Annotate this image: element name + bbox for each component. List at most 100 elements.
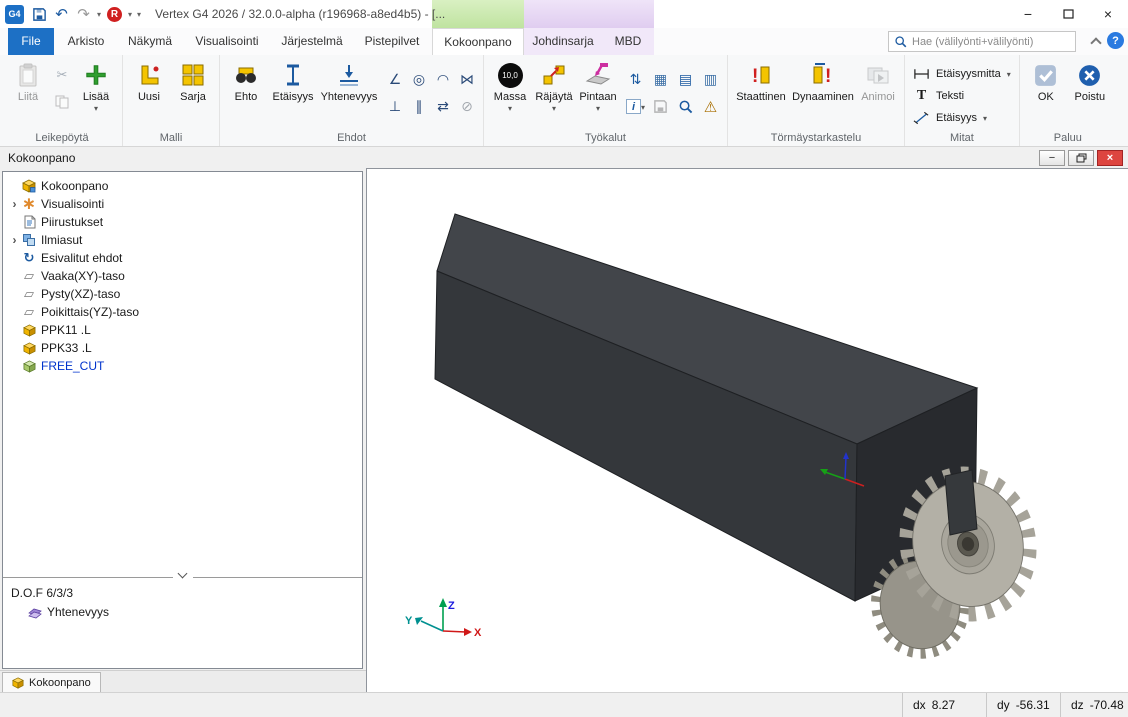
tree-item-vaaka-xy-taso[interactable]: ▱ Vaaka(XY)-taso — [3, 267, 362, 285]
table-button[interactable]: ▦ — [648, 66, 673, 93]
statusbar-dx: dx 8.27 — [902, 693, 986, 717]
constraint-row-yhtenevyys[interactable]: Yhtenevyys — [3, 603, 362, 621]
tree-item-pysty-xz-taso[interactable]: ▱ Pysty(XZ)-taso — [3, 285, 362, 303]
ribbon-group-tyokalut: 10,0 Massa ▾ Räjäytä ▾ Pintaan ▾ ⇅ ▦ — [484, 55, 728, 146]
warning-button[interactable]: ⚠ — [698, 93, 723, 120]
distance-measure-caret: ▾ — [1007, 70, 1011, 79]
parallel-constraint-button[interactable]: ∥ — [407, 93, 431, 120]
explode-button[interactable]: Räjäytä ▾ — [532, 57, 576, 129]
tab-file[interactable]: File — [8, 28, 54, 55]
window-close-button[interactable]: × — [1088, 0, 1128, 28]
tree-item-kokoonpano-root[interactable]: Kokoonpano — [3, 177, 362, 195]
tab-pistepilvet[interactable]: Pistepilvet — [352, 28, 432, 55]
dx-label: dx — [913, 698, 926, 712]
titlebar: G4 ↶ ↷ ▾ R ▾ ▾ Vertex G4 2026 / 32.0.0-a… — [0, 0, 1128, 28]
redo-button[interactable]: ↷ — [73, 3, 94, 25]
document-button[interactable]: ▤ — [673, 66, 698, 93]
tree-item-ppk11[interactable]: PPK11 .L — [3, 321, 362, 339]
redo-dropdown-caret[interactable]: ▾ — [95, 10, 103, 19]
paste-button[interactable]: Liitä — [6, 57, 50, 129]
z-axis-label: Z — [448, 600, 455, 612]
tangent-constraint-button[interactable]: ◠ — [431, 66, 455, 93]
search-input[interactable] — [912, 36, 1070, 48]
window-minimize-button[interactable]: − — [1008, 0, 1048, 28]
dynamic-collision-button[interactable]: ! Dynaaminen — [790, 57, 856, 129]
model-keyway[interactable] — [945, 470, 977, 535]
distance-measure-icon — [913, 67, 930, 81]
parallel-icon: ∥ — [416, 98, 423, 115]
perpendicular-icon: ⊥ — [389, 98, 401, 115]
tab-visualisointi[interactable]: Visualisointi — [182, 28, 272, 55]
collapse-ribbon-button[interactable] — [1092, 35, 1100, 47]
swap-direction-icon: ⇄ — [437, 98, 449, 115]
panel-tab-kokoonpano[interactable]: Kokoonpano — [2, 672, 101, 692]
angle-constraint-button[interactable]: ∠ — [383, 66, 407, 93]
new-model-button[interactable]: Uusi — [127, 57, 171, 129]
document-restore-button[interactable] — [1068, 150, 1094, 166]
expand-toggle[interactable]: › — [8, 233, 21, 247]
layers-button[interactable]: ▥ — [698, 66, 723, 93]
help-button[interactable]: ? — [1107, 32, 1124, 49]
tab-mbd[interactable]: MBD — [602, 28, 654, 55]
tree-item-visualisointi[interactable]: › ∗ Visualisointi — [3, 195, 362, 213]
tab-kokoonpano[interactable]: Kokoonpano — [432, 28, 524, 55]
text-annotation-button[interactable]: T Teksti — [909, 86, 1015, 105]
zoom-tool-button[interactable] — [673, 93, 698, 120]
tab-johdinsarja[interactable]: Johdinsarja — [524, 28, 602, 55]
info-button[interactable]: i▾ — [623, 93, 648, 120]
tab-arkisto[interactable]: Arkisto — [54, 28, 118, 55]
tree-item-piirustukset[interactable]: Piirustukset — [3, 213, 362, 231]
symmetry-constraint-button[interactable]: ⋈ — [455, 66, 479, 93]
record-button[interactable]: R — [104, 3, 125, 25]
reorder-button[interactable]: ⇅ — [623, 66, 648, 93]
tree-item-label: Kokoonpano — [41, 179, 108, 193]
document-minimize-button[interactable]: − — [1039, 150, 1065, 166]
statusbar-dz: dz -70.48 — [1060, 693, 1128, 717]
static-collision-button[interactable]: ! Staattinen — [732, 57, 790, 129]
document-close-button[interactable]: × — [1097, 150, 1123, 166]
distance-dimension-caret: ▾ — [983, 114, 987, 123]
fix-constraint-button[interactable]: ⊘ — [455, 93, 479, 120]
to-surface-button[interactable]: Pintaan ▾ — [576, 57, 620, 129]
tab-jarjestelma[interactable]: Järjestelmä — [272, 28, 352, 55]
animate-button[interactable]: Animoi — [856, 57, 900, 129]
tree-item-ilmiasut[interactable]: › Ilmiasut — [3, 231, 362, 249]
expand-toggle[interactable]: › — [8, 197, 21, 211]
mass-button[interactable]: 10,0 Massa ▾ — [488, 57, 532, 129]
save-button[interactable] — [29, 3, 50, 25]
record-dropdown-caret[interactable]: ▾ — [126, 10, 134, 19]
group-label-paluu: Paluu — [1020, 132, 1116, 144]
section-collapse-button[interactable] — [173, 571, 193, 583]
distance-dimension-label: Etäisyys — [936, 112, 977, 124]
y-axis-label: Y — [405, 615, 413, 627]
tree-item-ppk33[interactable]: PPK33 .L — [3, 339, 362, 357]
cut-button[interactable]: ✂ — [51, 64, 73, 86]
save-model-button[interactable] — [648, 93, 673, 120]
tree-item-poikittais-yz-taso[interactable]: ▱ Poikittais(YZ)-taso — [3, 303, 362, 321]
copy-button[interactable] — [51, 91, 73, 113]
tab-nakyma[interactable]: Näkymä — [118, 28, 182, 55]
distance-dimension-button[interactable]: Etäisyys ▾ — [909, 108, 1015, 127]
coincidence-constraint-icon — [27, 604, 43, 620]
ok-button[interactable]: OK — [1024, 57, 1068, 129]
3d-viewport[interactable]: Z Y X — [367, 169, 1128, 692]
perpendicular-constraint-button[interactable]: ⊥ — [383, 93, 407, 120]
model-box[interactable] — [435, 214, 977, 601]
window-maximize-button[interactable] — [1048, 0, 1088, 28]
dz-value: -70.48 — [1090, 698, 1124, 712]
distance-constraint-icon — [280, 61, 306, 89]
qat-customize-caret[interactable]: ▾ — [135, 10, 143, 19]
add-part-button[interactable]: Lisää ▾ — [74, 57, 118, 129]
document-icon: ▤ — [679, 71, 692, 88]
swap-direction-button[interactable]: ⇄ — [431, 93, 455, 120]
undo-button[interactable]: ↶ — [51, 3, 72, 25]
tree-item-free-cut[interactable]: FREE_CUT — [3, 357, 362, 375]
exit-button[interactable]: Poistu — [1068, 57, 1112, 129]
condition-button[interactable]: Ehto — [224, 57, 268, 129]
coincidence-button[interactable]: Yhtenevyys — [318, 57, 380, 129]
tree-item-esivalitut-ehdot[interactable]: ↻ Esivalitut ehdot — [3, 249, 362, 267]
distance-measure-button[interactable]: Etäisyysmitta ▾ — [909, 64, 1015, 83]
concentric-constraint-button[interactable]: ◎ — [407, 66, 431, 93]
distance-constraint-button[interactable]: Etäisyys — [268, 57, 318, 129]
series-button[interactable]: Sarja — [171, 57, 215, 129]
